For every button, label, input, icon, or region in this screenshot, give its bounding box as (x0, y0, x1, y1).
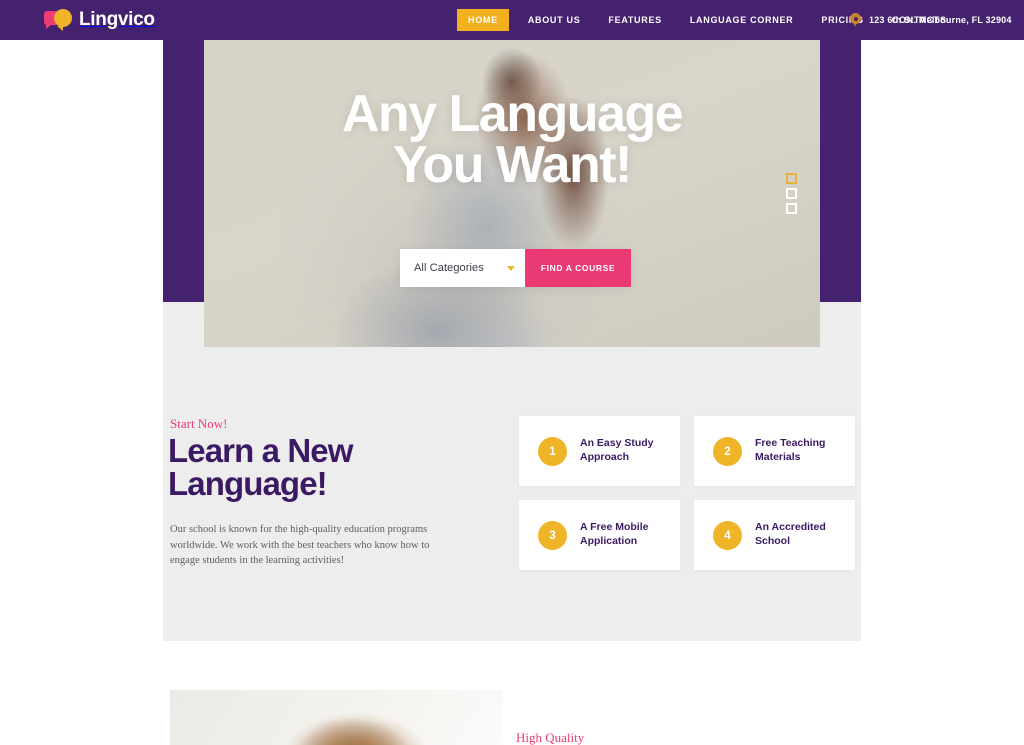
hero-title: Any Language You Want! (204, 88, 820, 194)
bottom-photo-fill (170, 690, 503, 745)
bottom-section-eyebrow: High Quality (516, 730, 585, 745)
feature-card-badge: 2 (713, 436, 742, 466)
feature-card-label: A Free Mobile Application (580, 521, 666, 549)
hero-title-line-1: Any Language (341, 85, 684, 143)
learn-title-line-1: Learn a New (168, 432, 353, 469)
slider-dot-3[interactable] (786, 203, 797, 214)
hero-slider: Any Language You Want! All Categories FI… (204, 31, 820, 347)
speech-bubble-yellow-icon (54, 9, 72, 31)
feature-card-row: 3 A Free Mobile Application 4 An Accredi… (519, 500, 855, 570)
header-address: 123 6th St. Melbourne, FL 32904 (850, 0, 1012, 40)
top-navigation-bar: Lingvico HOME ABOUT US FEATURES LANGUAGE… (0, 0, 1024, 40)
site-logo[interactable]: Lingvico (44, 7, 155, 33)
feature-card-label: An Easy Study Approach (580, 437, 666, 465)
category-select-value: All Categories (414, 262, 484, 274)
feature-card-badge: 4 (713, 520, 742, 550)
feature-card-2[interactable]: 2 Free Teaching Materials (694, 416, 855, 486)
feature-card-label-line2: Application (580, 535, 638, 547)
nav-item-home[interactable]: HOME (457, 9, 509, 31)
nav-item-about-us[interactable]: ABOUT US (519, 9, 590, 31)
feature-card-label-line1: An Accredited (755, 521, 826, 534)
logo-mark (44, 9, 74, 31)
learn-title-line-2: Language! (168, 465, 328, 502)
slider-dot-2[interactable] (786, 188, 797, 199)
feature-card-badge: 3 (538, 520, 567, 550)
feature-card-grid: 1 An Easy Study Approach 2 Free Teaching… (519, 416, 855, 584)
feature-card-1[interactable]: 1 An Easy Study Approach (519, 416, 680, 486)
hero-title-line-2: You Want! (393, 135, 632, 194)
feature-card-label-line1: An Easy Study (580, 437, 654, 450)
course-search-form: All Categories FIND A COURSE (400, 249, 631, 287)
slider-dot-1[interactable] (786, 173, 797, 184)
feature-card-row: 1 An Easy Study Approach 2 Free Teaching… (519, 416, 855, 486)
feature-card-label-line2: School (755, 535, 791, 547)
nav-item-features[interactable]: FEATURES (599, 9, 670, 31)
feature-card-label-line1: A Free Mobile (580, 521, 649, 534)
find-a-course-button[interactable]: FIND A COURSE (525, 249, 631, 287)
learn-title: Learn a New Language! (168, 434, 468, 500)
brand-name: Lingvico (79, 9, 155, 30)
learn-description: Our school is known for the high-quality… (170, 524, 430, 567)
feature-card-label-line2: Materials (755, 451, 801, 463)
feature-card-label: Free Teaching Materials (755, 437, 841, 465)
page-root: Lingvico HOME ABOUT US FEATURES LANGUAGE… (0, 0, 1024, 745)
feature-card-label: An Accredited School (755, 521, 841, 549)
feature-card-badge: 1 (538, 436, 567, 466)
category-select[interactable]: All Categories (400, 249, 525, 287)
nav-item-language-corner[interactable]: LANGUAGE CORNER (681, 9, 803, 31)
bottom-section-photo (170, 690, 503, 745)
location-pin-icon (850, 13, 861, 27)
feature-card-label-line1: Free Teaching (755, 437, 826, 450)
chevron-down-icon (507, 265, 515, 271)
slider-pagination (786, 173, 797, 214)
feature-card-label-line2: Approach (580, 451, 630, 463)
learn-eyebrow: Start Now! (170, 416, 228, 431)
feature-card-3[interactable]: 3 A Free Mobile Application (519, 500, 680, 570)
address-text: 123 6th St. Melbourne, FL 32904 (869, 15, 1012, 25)
feature-card-4[interactable]: 4 An Accredited School (694, 500, 855, 570)
